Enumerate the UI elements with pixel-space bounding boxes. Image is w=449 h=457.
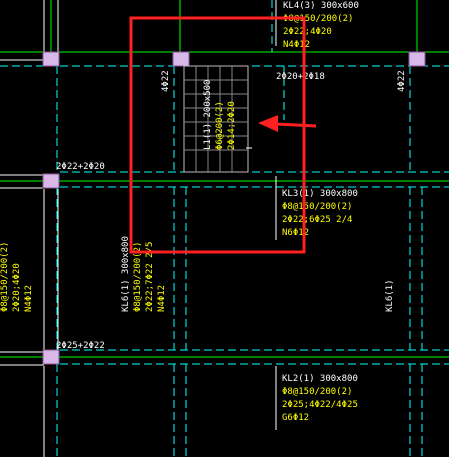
l1-bars: 2Φ14;2Φ20 [227, 101, 237, 150]
arrow-shaft [275, 122, 317, 128]
kl3-bars: 2Φ22;6Φ25 2/4 [282, 215, 352, 225]
column-block[interactable] [42, 51, 60, 67]
kl2-name: KL2(1) 300x800 [282, 374, 358, 384]
kl4-bars: 2Φ22;4Φ20 [283, 27, 332, 37]
left-top-bars-label: 2Φ22+2Φ20 [56, 162, 105, 172]
far-left-bars: 2Φ20;4Φ20 [12, 263, 22, 312]
kl4-name: KL4(3) 300x600 [283, 1, 359, 11]
col-left-label: 4Φ22 [161, 70, 171, 92]
column-block[interactable] [172, 51, 190, 67]
far-left-stirrup: Φ8@150/200(2) [0, 242, 10, 312]
left-bottom-bars-label: 2Φ25+2Φ22 [56, 341, 105, 351]
col-right-label: 4Φ22 [397, 70, 407, 92]
column-block[interactable] [42, 173, 60, 189]
column-block[interactable] [42, 349, 60, 365]
kl6-right-label: KL6(1) [385, 279, 395, 312]
kl3-name: KL3(1) 300x800 [282, 189, 358, 199]
kl2-side: G6Φ12 [282, 413, 309, 423]
top-bars-label: 2Φ20+2Φ18 [276, 72, 325, 82]
l1-stirrup: Φ6@200(2) [215, 101, 225, 150]
kl3-stirrup: Φ8@150/200(2) [282, 202, 352, 212]
drawing-background [0, 0, 449, 457]
kl4-side: N4Φ12 [283, 40, 310, 50]
far-left-side: N4Φ12 [24, 285, 34, 312]
cad-drawing-canvas[interactable]: KL4(3) 300x600 Φ8@150/200(2) 2Φ22;4Φ20 N… [0, 0, 449, 457]
kl2-bars: 2Φ25;4Φ22/4Φ25 [282, 400, 358, 410]
l1-name: L1(1) 200x500 [203, 80, 213, 150]
column-block[interactable] [408, 51, 426, 67]
kl6-side: N4Φ12 [157, 285, 167, 312]
kl2-stirrup: Φ8@150/200(2) [282, 387, 352, 397]
